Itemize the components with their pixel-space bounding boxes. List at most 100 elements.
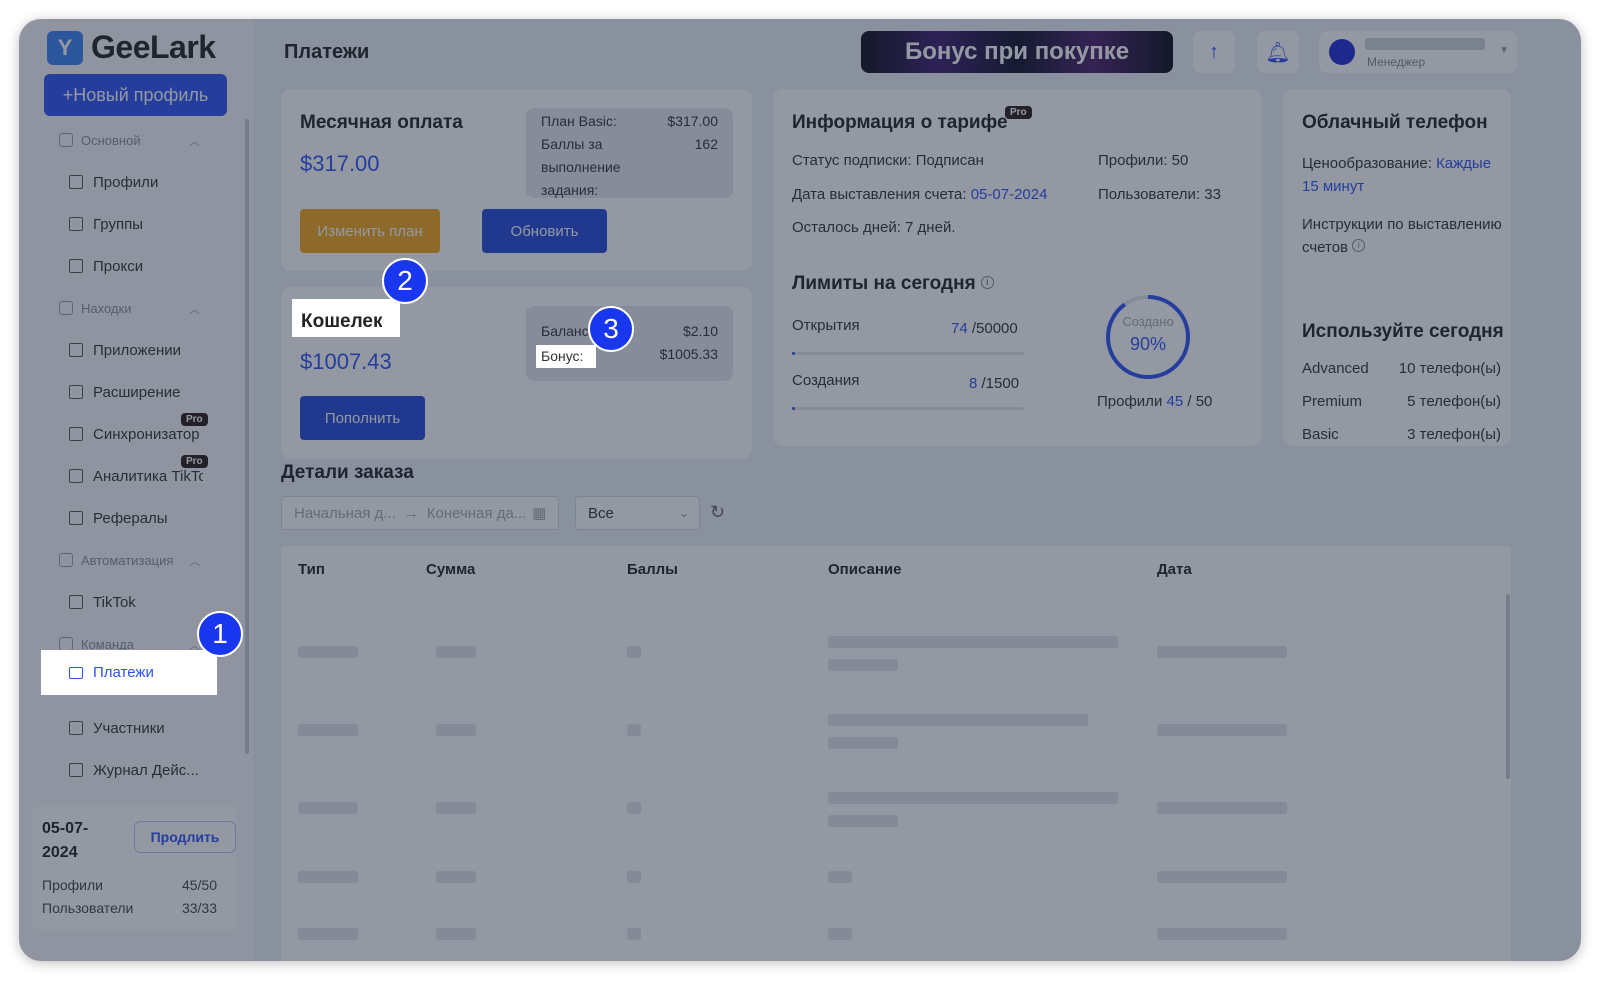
nav-group-automation[interactable]: Автоматизация ︿ — [19, 539, 253, 581]
info-icon[interactable]: i — [980, 276, 994, 289]
column-header: Дата — [1157, 561, 1192, 578]
redacted-cell — [1157, 802, 1287, 814]
tier-value: 3 телефон(ы) — [1407, 426, 1501, 443]
topup-button[interactable]: Пополнить — [300, 396, 425, 440]
pricing-row: Ценообразование: Каждые 15 минут — [1302, 152, 1507, 198]
end-date-input[interactable]: Конечная да... — [427, 505, 527, 522]
sidebar-item-synchronizer[interactable]: Синхронизатор Pro — [19, 413, 253, 455]
sidebar-item-label: Аналитика TikTok — [93, 467, 203, 485]
new-profile-button[interactable]: +Новый профиль — [44, 74, 227, 116]
change-plan-button[interactable]: Изменить план — [300, 209, 440, 253]
step-marker-3: 3 — [588, 306, 634, 352]
sidebar-item-apps[interactable]: Приложении — [19, 329, 253, 371]
invoice-date-row: Дата выставления счета: 05-07-2024 — [792, 186, 1047, 203]
avatar — [1329, 39, 1355, 65]
nav-group-label: Автоматизация — [81, 552, 174, 568]
sidebar-item-label: Журнал Дейс... — [93, 761, 199, 779]
sidebar-scrollbar[interactable] — [245, 119, 249, 754]
nav-group-finds[interactable]: Находки ︿ — [19, 287, 253, 329]
info-icon[interactable]: i — [1352, 239, 1366, 252]
type-select[interactable]: Все ⌄ — [575, 496, 700, 530]
ring-profiles-max: / 50 — [1187, 393, 1213, 410]
step-marker-2: 2 — [382, 258, 428, 304]
sidebar-item-label: Платежи — [93, 664, 154, 681]
redacted-cell — [828, 928, 852, 940]
subscription-status: Статус подписки: Подписан — [792, 152, 984, 169]
pro-badge: Pro — [1005, 106, 1032, 119]
arrow-right-icon: → — [403, 504, 419, 522]
refresh-icon[interactable]: ↻ — [710, 502, 725, 523]
instructions-text[interactable]: Инструкции по выставлению счетов — [1302, 216, 1502, 256]
opens-progress-fill — [792, 352, 796, 355]
days-left: Осталось дней: 7 дней. — [792, 219, 956, 236]
sidebar-item-members[interactable]: Участники — [19, 707, 253, 749]
table-scrollbar[interactable] — [1506, 594, 1510, 779]
chevron-up-icon: ︿ — [189, 304, 200, 316]
start-date-input[interactable]: Начальная д... — [294, 505, 396, 522]
redacted-cell — [828, 871, 852, 883]
monthly-title: Месячная оплата — [300, 112, 463, 133]
sidebar-item-analytics[interactable]: Аналитика TikTok Pro — [19, 455, 253, 497]
nav-group-label: Основной — [81, 132, 141, 148]
ring-profiles-label: Профили — [1097, 393, 1163, 410]
table-row[interactable] — [281, 621, 1511, 691]
creates-counter: 8 /1500 — [969, 375, 1019, 392]
bell-icon: 🔔︎ — [1265, 41, 1291, 64]
page-title: Платежи — [284, 41, 370, 63]
sidebar-item-activity-log[interactable]: Журнал Дейс... — [19, 749, 253, 791]
redacted-cell — [436, 928, 476, 940]
pro-badge: Pro — [181, 413, 208, 426]
redacted-cell — [298, 928, 358, 940]
table-row[interactable] — [281, 777, 1511, 847]
logo: Y GeeLark — [47, 29, 216, 66]
apps-icon — [69, 343, 83, 357]
redacted-cell — [1157, 871, 1287, 883]
tier-name: Basic — [1302, 426, 1339, 443]
redacted-cell — [436, 646, 476, 658]
redacted-cell — [1157, 724, 1287, 736]
sidebar-item-label: TikTok — [93, 593, 136, 611]
redacted-cell — [298, 871, 358, 883]
creates-progress — [792, 407, 1024, 410]
sidebar-item-referrals[interactable]: Рефералы — [19, 497, 253, 539]
limits-title: Лимиты на сегодня i — [792, 273, 994, 295]
sidebar-item-label: Расширение — [93, 383, 181, 401]
tier-value: 5 телефон(ы) — [1407, 393, 1501, 410]
column-header: Тип — [298, 561, 325, 578]
user-menu[interactable]: Менеджер ▼ — [1319, 31, 1517, 73]
users-value: 33/33 — [181, 900, 217, 916]
bonus-banner[interactable]: Бонус при покупке — [861, 31, 1173, 73]
sidebar-item-profiles[interactable]: Профили — [19, 161, 253, 203]
subscription-date: 05-07-2024 — [42, 820, 89, 861]
table-row[interactable] — [281, 699, 1511, 769]
redacted-cell — [436, 724, 476, 736]
sync-icon — [69, 427, 83, 441]
tariff-card: Информация о тарифе Pro Статус подписки:… — [773, 89, 1262, 446]
notifications-button[interactable]: 🔔︎ — [1257, 31, 1299, 73]
extend-button[interactable]: Продлить — [134, 821, 236, 853]
nav-group-main[interactable]: Основной ︿ — [19, 119, 253, 161]
opens-progress — [792, 352, 1024, 355]
sidebar-item-extension[interactable]: Расширение — [19, 371, 253, 413]
tariff-title: Информация о тарифе — [792, 112, 1008, 133]
upload-button[interactable]: ↑ — [1193, 31, 1235, 73]
profiles-icon — [69, 175, 83, 189]
wallet-title: Кошелек — [292, 299, 400, 337]
redacted-cell — [436, 871, 476, 883]
sidebar-item-label: Прокси — [93, 257, 144, 275]
discover-icon — [59, 301, 73, 315]
update-button[interactable]: Обновить — [482, 209, 607, 253]
created-ring: Создано 90% — [1106, 295, 1190, 379]
opens-max: /50000 — [971, 320, 1018, 337]
redacted-cell — [828, 659, 898, 671]
chevron-up-icon: ︿ — [189, 136, 200, 148]
creates-value: 8 — [969, 375, 978, 392]
sidebar-item-groups[interactable]: Группы — [19, 203, 253, 245]
user-icon — [69, 721, 83, 735]
date-range-picker[interactable]: Начальная д... → Конечная да... ▦ — [281, 496, 559, 530]
sidebar-item-payments[interactable]: Платежи — [41, 650, 217, 695]
redacted-cell — [828, 714, 1088, 726]
redacted-cell — [627, 802, 641, 814]
table-row[interactable] — [281, 903, 1511, 961]
sidebar-item-proxy[interactable]: Прокси — [19, 245, 253, 287]
